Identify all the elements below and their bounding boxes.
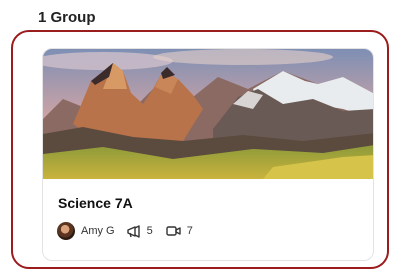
groups-page: 1 Group Science 7A Amy G 5 7	[0, 0, 396, 273]
owner-avatar	[57, 222, 75, 240]
group-count-heading: 1 Group	[38, 9, 96, 26]
megaphone-icon	[126, 224, 142, 238]
group-card[interactable]: Science 7A Amy G 5 7	[42, 48, 374, 261]
owner-name: Amy G	[81, 225, 115, 237]
group-cover-image	[43, 49, 373, 179]
announcements-count: 5	[146, 225, 153, 237]
videos-count: 7	[186, 225, 193, 237]
group-meta: Amy G 5 7	[57, 221, 206, 241]
group-title: Science 7A	[58, 195, 133, 211]
video-camera-icon	[166, 225, 182, 237]
